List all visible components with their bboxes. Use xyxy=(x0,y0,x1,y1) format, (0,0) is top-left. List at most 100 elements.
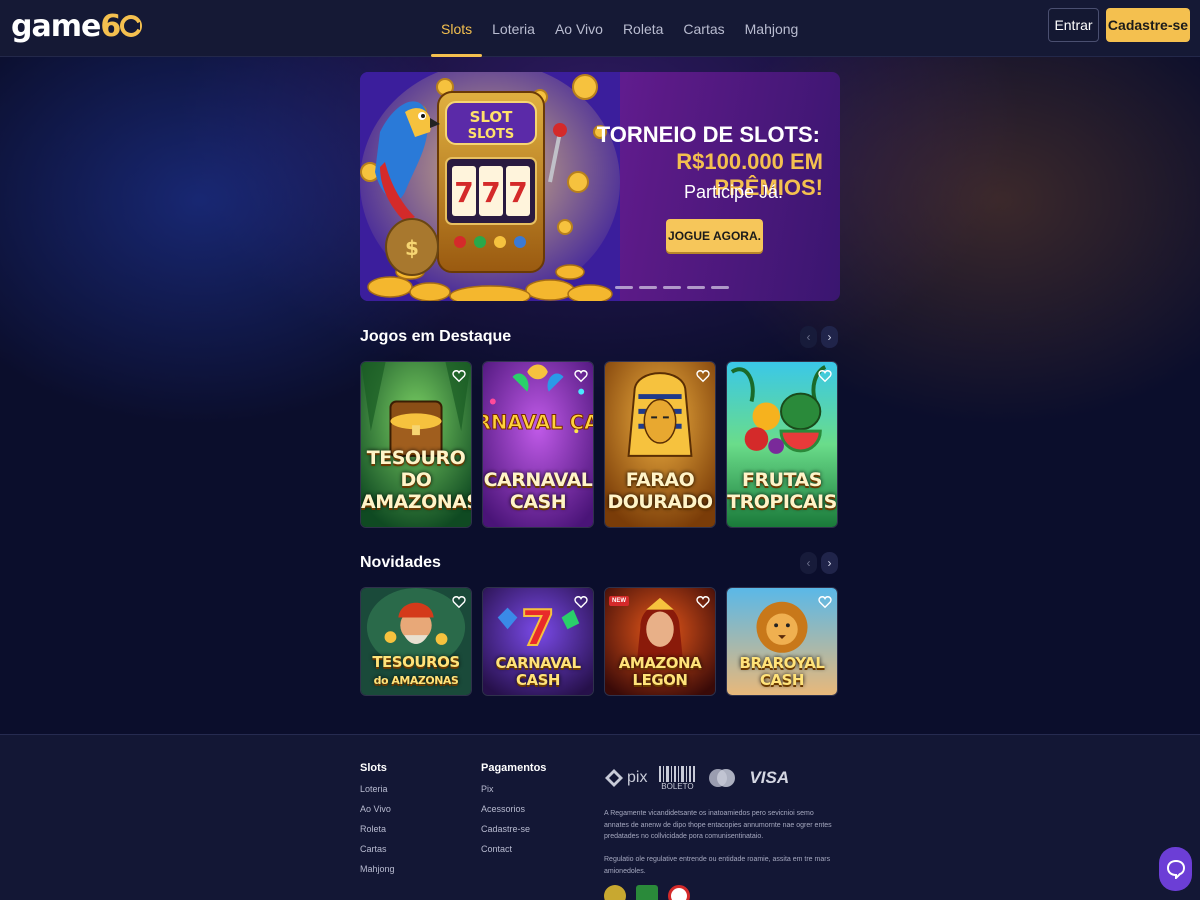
game-title-line1: BRAROYAL xyxy=(739,654,825,672)
footer-heading[interactable]: Slots xyxy=(360,762,395,774)
new-games-title: Novidades xyxy=(360,554,441,571)
promo-banner[interactable]: SLOT SLOTS 777 $ TORNEIO DE SLOTS: R$100… xyxy=(360,72,840,301)
payment-methods: pix BOLETO VISA xyxy=(604,763,789,793)
logo-text: game xyxy=(11,8,101,44)
game-title-line2: CASH xyxy=(516,671,560,689)
boleto-label: BOLETO xyxy=(661,781,694,791)
chevron-left-icon[interactable]: ‹ xyxy=(800,552,817,574)
heart-icon[interactable] xyxy=(574,369,588,383)
game-title-line2: LEGON xyxy=(632,671,688,689)
carousel-dot[interactable] xyxy=(711,286,729,289)
footer-link[interactable]: Mahjong xyxy=(360,862,395,882)
footer-column-slots: Slots Loteria Ao Vivo Roleta Cartas Mahj… xyxy=(360,762,395,882)
slot-sign-text: SLOT xyxy=(470,108,514,126)
carousel-dot[interactable] xyxy=(639,286,657,289)
heart-icon[interactable] xyxy=(452,369,466,383)
nav-mahjong[interactable]: Mahjong xyxy=(735,0,809,57)
featured-games-row: TESOURO DOAMAZONAS CARNAVAL CASH CARNAVA… xyxy=(360,361,838,528)
chevron-left-icon[interactable]: ‹ xyxy=(800,326,817,348)
signup-button[interactable]: Cadastre-se xyxy=(1106,8,1190,42)
game-card[interactable]: TESOUROS do AMAZONAS xyxy=(360,587,472,696)
footer-link[interactable]: Roleta xyxy=(360,822,395,842)
footer-link[interactable]: Ao Vivo xyxy=(360,802,395,822)
nav-ao-vivo[interactable]: Ao Vivo xyxy=(545,0,613,57)
nav-roleta[interactable]: Roleta xyxy=(613,0,673,57)
legal-text: A Regamente vicandidetsante os inatoamie… xyxy=(604,810,832,840)
game-card[interactable]: TESOURO DO AMAZONAS xyxy=(360,361,472,528)
heart-icon[interactable] xyxy=(574,595,588,609)
carousel-dot[interactable] xyxy=(687,286,705,289)
footer-link[interactable]: Contact xyxy=(481,842,546,862)
footer-column-payments: Pagamentos Pix Acessorios Cadastre-se Co… xyxy=(481,762,546,862)
heart-icon[interactable] xyxy=(452,595,466,609)
footer: Slots Loteria Ao Vivo Roleta Cartas Mahj… xyxy=(0,734,1200,900)
pix-logo: pix xyxy=(604,768,647,788)
game-title-line1: FARAO xyxy=(625,469,695,491)
game-title-line2: do AMAZONAS xyxy=(373,674,459,687)
mastercard-icon xyxy=(709,769,736,787)
top-header: game 6 Slots Loteria Ao Vivo Roleta Carta… xyxy=(0,0,1200,57)
slot-machine-illustration: SLOT SLOTS 777 $ xyxy=(360,72,620,301)
certification-seals xyxy=(604,885,690,900)
footer-link[interactable]: Cadastre-se xyxy=(481,822,546,842)
regulation-text: Regulatio ole regulative entrende ou ent… xyxy=(604,856,831,875)
svg-text:7: 7 xyxy=(508,176,527,209)
featured-arrows: ‹ › xyxy=(800,326,838,348)
game-card[interactable]: 7 CARNAVAL CASH xyxy=(482,587,594,696)
logo[interactable]: game 6 xyxy=(11,8,143,44)
new-badge: NEW xyxy=(609,596,629,606)
heart-icon[interactable] xyxy=(818,595,832,609)
pix-label: pix xyxy=(627,769,648,786)
game-title: BRAROYAL CASH xyxy=(727,655,837,689)
chat-button[interactable] xyxy=(1159,847,1192,891)
game-title-line1: TESOUROS xyxy=(372,653,460,671)
new-games-row: TESOUROS do AMAZONAS 7 CARNAVAL CASH NEW A… xyxy=(360,587,838,696)
footer-link[interactable]: Cartas xyxy=(360,842,395,862)
game-title-line1: AMAZONA xyxy=(618,654,702,672)
game-title-line1: TESOURO DO xyxy=(366,447,466,491)
carousel-dot[interactable] xyxy=(663,286,681,289)
game-title: TESOURO DO AMAZONAS xyxy=(361,447,471,513)
game-card[interactable]: NEW AMAZONA LEGON xyxy=(604,587,716,696)
banner-title: TORNEIO DE SLOTS: xyxy=(596,122,820,147)
svg-text:SLOTS: SLOTS xyxy=(468,127,514,142)
play-now-button[interactable]: JOGUE AGORA. xyxy=(666,219,763,252)
footer-link[interactable]: Pix xyxy=(481,782,546,802)
game-title: FRUTAS TROPICAIS xyxy=(727,469,837,513)
game-title-line2: DOURADO xyxy=(607,491,713,513)
game-title: FARAO DOURADO xyxy=(605,469,715,513)
game-title-line2: AMAZONAS xyxy=(361,491,472,513)
nav-loteria[interactable]: Loteria xyxy=(482,0,545,57)
chevron-right-icon[interactable]: › xyxy=(821,552,838,574)
main-nav: Slots Loteria Ao Vivo Roleta Cartas Mahj… xyxy=(431,0,808,57)
game-card[interactable]: FRUTAS TROPICAIS xyxy=(726,361,838,528)
game-title: AMAZONA LEGON xyxy=(605,655,715,689)
pix-icon xyxy=(605,769,623,787)
heart-icon[interactable] xyxy=(696,595,710,609)
game-title-line2: CASH xyxy=(760,671,804,689)
footer-link[interactable]: Acessorios xyxy=(481,802,546,822)
new-games-arrows: ‹ › xyxy=(800,552,838,574)
game-card[interactable]: CARNAVAL CASH CARNAVALCASH xyxy=(482,361,594,528)
heart-icon[interactable] xyxy=(818,369,832,383)
seal-icon xyxy=(604,885,626,900)
game-title-line2: CASH xyxy=(509,491,567,513)
nav-cartas[interactable]: Cartas xyxy=(673,0,734,57)
visa-logo: VISA xyxy=(749,768,790,787)
footer-link[interactable]: Loteria xyxy=(360,782,395,802)
game-title-line1: CARNAVAL xyxy=(495,654,581,672)
carousel-dot[interactable] xyxy=(615,286,633,289)
chevron-right-icon[interactable]: › xyxy=(821,326,838,348)
game-card[interactable]: FARAO DOURADO xyxy=(604,361,716,528)
chat-icon xyxy=(1166,859,1185,879)
game-title: TESOUROS do AMAZONAS xyxy=(361,654,471,689)
svg-text:7: 7 xyxy=(454,176,473,209)
login-button[interactable]: Entrar xyxy=(1048,8,1099,42)
svg-text:7: 7 xyxy=(481,176,500,209)
game-title-line1: CARNAVAL xyxy=(483,469,593,491)
age-restriction-icon xyxy=(668,885,690,900)
heart-icon[interactable] xyxy=(696,369,710,383)
game-card[interactable]: BRAROYAL CASH xyxy=(726,587,838,696)
nav-slots[interactable]: Slots xyxy=(431,0,483,57)
footer-heading: Pagamentos xyxy=(481,762,547,774)
